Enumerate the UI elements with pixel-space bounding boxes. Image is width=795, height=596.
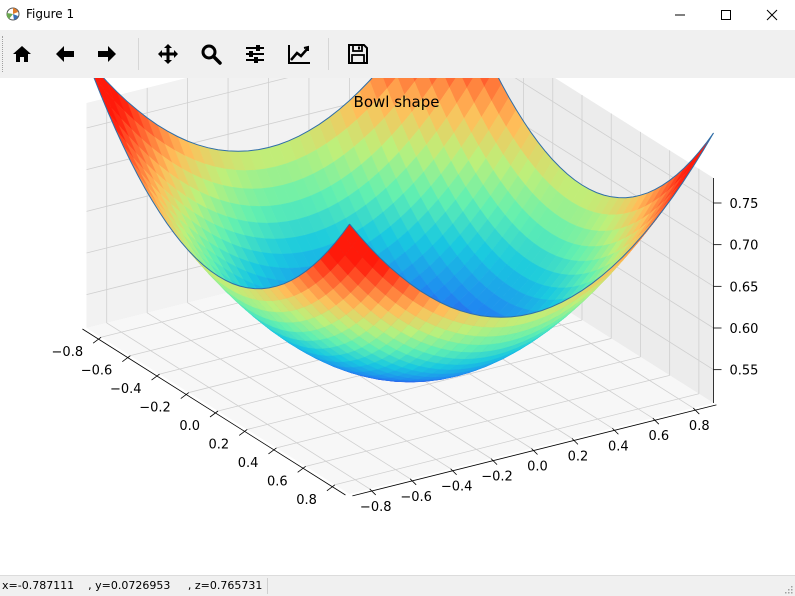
- cursor-coordinates: x=-0.787111 , y=0.0726953 , z=0.765731: [2, 579, 262, 592]
- z-tick-label: 0.70: [730, 239, 759, 254]
- status-separator: [267, 578, 268, 594]
- forward-arrow-icon: [96, 43, 118, 65]
- status-bar: x=-0.787111 , y=0.0726953 , z=0.765731: [0, 575, 795, 596]
- z-tick-label: 0.65: [730, 280, 759, 295]
- edit-axis-button[interactable]: [282, 38, 314, 70]
- toolbar-separator: [138, 38, 139, 70]
- z-tick-label: 0.75: [730, 197, 759, 212]
- x-tick-label: −0.2: [139, 401, 171, 416]
- title-bar: Figure 1: [0, 0, 795, 30]
- x-tick-label: 0.6: [267, 474, 288, 489]
- save-button[interactable]: [342, 38, 374, 70]
- y-tick-label: 0.4: [608, 439, 629, 454]
- edit-axis-curve-icon: [287, 43, 311, 65]
- configure-subplots-button[interactable]: [239, 38, 271, 70]
- zoom-magnifier-icon: [200, 43, 222, 65]
- resize-grip-icon[interactable]: [783, 584, 793, 594]
- matplotlib-app-icon: [6, 7, 20, 21]
- maximize-icon: [720, 9, 732, 21]
- back-button[interactable]: [49, 38, 81, 70]
- plot-title-text: Bowl shape: [354, 93, 440, 111]
- y-tick-label: −0.8: [360, 500, 392, 515]
- toolbar-grip: [2, 36, 5, 72]
- y-tick-label: −0.6: [400, 490, 432, 505]
- figure-canvas[interactable]: −0.8−0.6−0.4−0.20.00.20.40.60.8−0.8−0.6−…: [0, 78, 795, 575]
- x-tick-label: 0.0: [179, 419, 200, 434]
- minimize-button[interactable]: [657, 0, 703, 30]
- z-tick-label: 0.55: [730, 364, 759, 379]
- save-floppy-icon: [347, 43, 369, 65]
- configure-subplots-icon: [244, 43, 266, 65]
- z-tick-label: 0.60: [730, 322, 759, 337]
- x-tick-label: 0.2: [209, 437, 230, 452]
- minimize-icon: [674, 9, 686, 21]
- y-tick-label: −0.4: [441, 480, 473, 495]
- x-tick-label: −0.4: [110, 382, 142, 397]
- home-button[interactable]: [6, 38, 38, 70]
- toolbar-separator: [328, 38, 329, 70]
- y-tick-label: 0.2: [568, 449, 589, 464]
- y-tick-label: −0.2: [481, 470, 513, 485]
- y-tick-label: 0.6: [648, 429, 669, 444]
- y-tick-label: 0.0: [527, 460, 548, 475]
- back-arrow-icon: [54, 43, 76, 65]
- x-tick-label: 0.4: [238, 456, 259, 471]
- navigation-toolbar: [0, 30, 795, 78]
- plot-title: Bowl shape: [0, 93, 795, 111]
- x-tick-label: −0.6: [81, 364, 113, 379]
- pan-move-icon: [157, 43, 179, 65]
- x-tick-label: −0.8: [52, 345, 84, 360]
- surface-plot: −0.8−0.6−0.4−0.20.00.20.40.60.8−0.8−0.6−…: [0, 78, 795, 575]
- x-tick-label: 0.8: [296, 493, 317, 508]
- window-title: Figure 1: [26, 7, 74, 21]
- maximize-button[interactable]: [703, 0, 749, 30]
- forward-button[interactable]: [91, 38, 123, 70]
- pan-button[interactable]: [152, 38, 184, 70]
- zoom-button[interactable]: [195, 38, 227, 70]
- y-tick-label: 0.8: [689, 419, 710, 434]
- close-icon: [766, 9, 778, 21]
- close-button[interactable]: [749, 0, 795, 30]
- home-icon: [11, 43, 33, 65]
